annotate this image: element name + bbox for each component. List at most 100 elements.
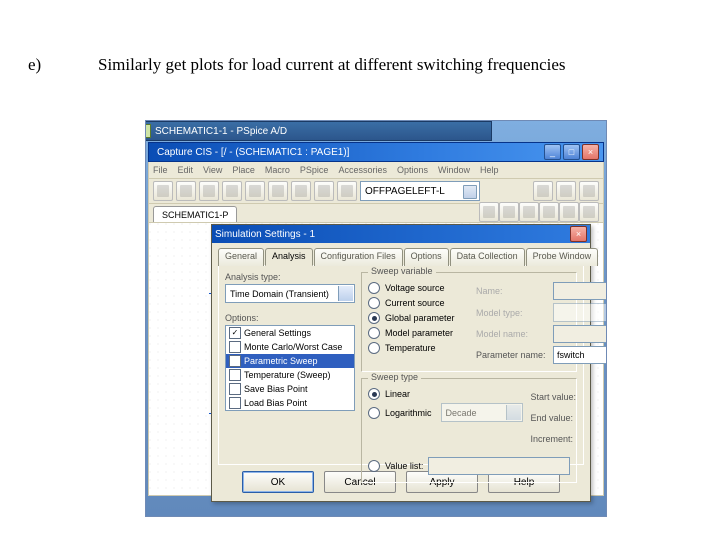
menu-accessories[interactable]: Accessories — [338, 165, 387, 175]
opt-label: Load Bias Point — [244, 398, 307, 408]
tool-marker-v-icon[interactable] — [519, 202, 539, 222]
menu-options[interactable]: Options — [397, 165, 428, 175]
radio-label: Temperature — [385, 343, 436, 353]
menu-macro[interactable]: Macro — [265, 165, 290, 175]
tab-analysis[interactable]: Analysis — [265, 248, 313, 266]
heading-text: Similarly get plots for load current at … — [98, 55, 566, 75]
minimize-button[interactable]: _ — [544, 144, 561, 160]
opt-general-settings[interactable]: ✓General Settings — [226, 326, 354, 340]
log-base-combo: Decade — [441, 403, 523, 422]
menu-help[interactable]: Help — [480, 165, 499, 175]
tab-options[interactable]: Options — [404, 248, 449, 266]
radio-label: Voltage source — [385, 283, 445, 293]
ok-button[interactable]: OK — [242, 471, 314, 493]
model-name-input — [553, 325, 607, 343]
schematic-tabbar: SCHEMATIC1-P — [148, 204, 604, 223]
analysis-options-list[interactable]: ✓General Settings Monte Carlo/Worst Case… — [225, 325, 355, 411]
dialog-close-button[interactable]: × — [570, 226, 587, 242]
opt-load-bias[interactable]: Load Bias Point — [226, 396, 354, 410]
simulation-settings-dialog: Simulation Settings - 1 × General Analys… — [211, 224, 591, 502]
model-type-label: Model type: — [476, 308, 548, 318]
tab-probe-window[interactable]: Probe Window — [526, 248, 599, 266]
tool-save-icon[interactable] — [199, 181, 219, 201]
tab-config-files[interactable]: Configuration Files — [314, 248, 403, 266]
tool-redo-icon[interactable] — [337, 181, 357, 201]
radio-label: Linear — [385, 389, 410, 399]
pspice-window: SCHEMATIC1-1 - PSpice A/D — [145, 121, 492, 141]
tool-open-icon[interactable] — [176, 181, 196, 201]
tool-marker-w-icon[interactable] — [559, 202, 579, 222]
radio-icon — [368, 312, 380, 324]
tab-general[interactable]: General — [218, 248, 264, 266]
opt-label: General Settings — [244, 328, 311, 338]
dialog-tabs: General Analysis Configuration Files Opt… — [218, 247, 584, 266]
pspice-title-text: SCHEMATIC1-1 - PSpice A/D — [155, 126, 287, 137]
menu-window[interactable]: Window — [438, 165, 470, 175]
radio-temperature[interactable]: Temperature — [368, 342, 468, 354]
dialog-title-text: Simulation Settings - 1 — [215, 229, 315, 240]
log-base-value: Decade — [446, 408, 477, 418]
tab-schematic1[interactable]: SCHEMATIC1-P — [153, 206, 237, 222]
parameter-name-value: fswitch — [557, 350, 585, 360]
menu-edit[interactable]: Edit — [178, 165, 194, 175]
opt-label: Save Bias Point — [244, 384, 308, 394]
checkbox-icon — [229, 369, 241, 381]
tabpage-analysis: Analysis type: Time Domain (Transient) O… — [218, 266, 584, 465]
radio-linear[interactable]: Linear — [368, 388, 523, 400]
opt-save-bias[interactable]: Save Bias Point — [226, 382, 354, 396]
checkbox-icon: ✓ — [229, 327, 241, 339]
radio-label: Current source — [385, 298, 445, 308]
dialog-titlebar[interactable]: Simulation Settings - 1 × — [212, 225, 590, 243]
analysis-options-label: Options: — [225, 313, 355, 323]
tool-print-icon[interactable] — [222, 181, 242, 201]
close-button[interactable]: × — [582, 144, 599, 160]
radio-current-source[interactable]: Current source — [368, 297, 468, 309]
opt-label: Monte Carlo/Worst Case — [244, 342, 342, 352]
tool-snap-icon[interactable] — [499, 202, 519, 222]
radio-label: Value list: — [385, 461, 423, 471]
maximize-button[interactable]: □ — [563, 144, 580, 160]
menu-place[interactable]: Place — [232, 165, 255, 175]
tool-cut-icon[interactable] — [245, 181, 265, 201]
analysis-type-label: Analysis type: — [225, 272, 355, 282]
tool-run-icon[interactable] — [579, 202, 599, 222]
radio-label: Model parameter — [385, 328, 453, 338]
end-value-label: End value: — [531, 413, 603, 423]
tool-paste-icon[interactable] — [291, 181, 311, 201]
value-list-input — [428, 457, 570, 475]
radio-model-parameter[interactable]: Model parameter — [368, 327, 468, 339]
tool-zoom-in-icon[interactable] — [533, 181, 553, 201]
sweep-variable-group: Sweep variable Voltage source Current so… — [361, 272, 577, 372]
radio-label: Logarithmic — [385, 408, 432, 418]
opt-monte-carlo[interactable]: Monte Carlo/Worst Case — [226, 340, 354, 354]
radio-value-list[interactable]: Value list: — [368, 457, 570, 475]
opt-label: Parametric Sweep — [244, 356, 318, 366]
part-select-value: OFFPAGELEFT-L — [365, 186, 445, 197]
tool-zoom-fit-icon[interactable] — [579, 181, 599, 201]
radio-voltage-source[interactable]: Voltage source — [368, 282, 468, 294]
tool-undo-icon[interactable] — [314, 181, 334, 201]
opt-temperature-sweep[interactable]: Temperature (Sweep) — [226, 368, 354, 382]
menu-view[interactable]: View — [203, 165, 222, 175]
parameter-name-input[interactable]: fswitch — [553, 346, 607, 364]
radio-icon — [368, 388, 380, 400]
tool-grid-icon[interactable] — [479, 202, 499, 222]
tool-marker-i-icon[interactable] — [539, 202, 559, 222]
tab-data-collection[interactable]: Data Collection — [450, 248, 525, 266]
opt-parametric-sweep[interactable]: ✓Parametric Sweep — [226, 354, 354, 368]
part-select[interactable]: OFFPAGELEFT-L — [360, 181, 480, 201]
radio-global-parameter[interactable]: Global parameter — [368, 312, 468, 324]
opt-label: Temperature (Sweep) — [244, 370, 331, 380]
tool-copy-icon[interactable] — [268, 181, 288, 201]
radio-icon — [368, 297, 380, 309]
tool-new-icon[interactable] — [153, 181, 173, 201]
analysis-type-combo[interactable]: Time Domain (Transient) — [225, 284, 355, 303]
parameter-name-label: Parameter name: — [476, 350, 548, 360]
capture-titlebar[interactable]: Capture CIS - [/ - (SCHEMATIC1 : PAGE1)]… — [148, 142, 604, 162]
radio-logarithmic[interactable]: Logarithmic Decade — [368, 403, 523, 422]
tool-zoom-out-icon[interactable] — [556, 181, 576, 201]
menu-file[interactable]: File — [153, 165, 168, 175]
menu-pspice[interactable]: PSpice — [300, 165, 329, 175]
tab-schematic1-label: SCHEMATIC1-P — [162, 210, 228, 220]
radio-icon — [368, 282, 380, 294]
